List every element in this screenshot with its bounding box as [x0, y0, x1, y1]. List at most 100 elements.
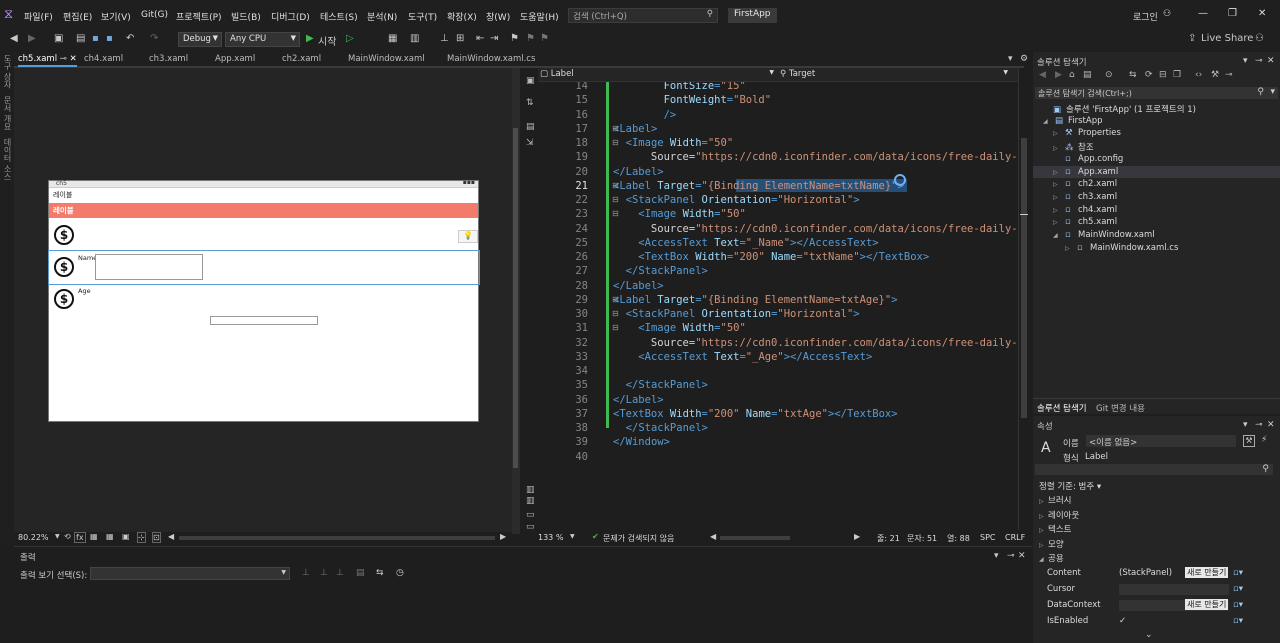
code-line[interactable]: 29 <Label Target="{Binding ElementName=tx… [538, 294, 1018, 308]
char-indicator[interactable]: 문자: 51 [907, 533, 937, 544]
solution-tree-item[interactable]: ◢ ▤ FirstApp [1043, 116, 1103, 126]
code-line[interactable]: 38 </StackPanel> [538, 422, 1018, 436]
tab-overflow-icon[interactable]: ▾ [1008, 54, 1013, 64]
property-marker-icon[interactable]: ▫▾ [1233, 616, 1243, 626]
element-combo[interactable]: ▢ Label ▼ [540, 69, 776, 81]
menu-item[interactable]: 보기(V) [101, 10, 131, 23]
scroll-left-icon[interactable]: ◀ [168, 532, 174, 541]
code-line[interactable]: 28 </Label> [538, 280, 1018, 294]
code-view-icon[interactable]: ‹› [1195, 70, 1202, 80]
new-value-button[interactable]: 새로 만들기 [1185, 599, 1229, 610]
fold-toggle-icon[interactable]: ⊟ [612, 309, 619, 318]
code-line[interactable]: 27 </StackPanel> [538, 265, 1018, 279]
designer-header-label[interactable]: 레이블 [49, 203, 478, 218]
undo-icon[interactable]: ↶ [126, 33, 134, 44]
scroll-right-icon[interactable]: ▶ [854, 532, 860, 541]
zoom-dropdown-icon[interactable]: ▼ [570, 533, 575, 540]
editor-scroll-thumb[interactable] [1021, 138, 1027, 418]
toolbox-tab[interactable]: 도구 상자 [2, 54, 13, 89]
code-line[interactable]: 39 </Window> [538, 436, 1018, 450]
collapsed-arrow-icon[interactable]: ▷ [1053, 145, 1065, 152]
code-line[interactable]: 32 Source="https://cdn0.iconfinder.com/d… [538, 337, 1018, 351]
toolbar-icon-4[interactable]: ⊞ [456, 33, 464, 44]
output-toolbar-icon-3[interactable]: ⊥ [336, 568, 344, 578]
editor-zoom[interactable]: 133 % [538, 533, 563, 542]
settings-icon[interactable]: ⚙ [1020, 54, 1028, 64]
designer-label-text[interactable]: 레이블 [53, 190, 72, 200]
code-line[interactable]: 35 </StackPanel> [538, 379, 1018, 393]
solution-tree-item[interactable]: ▷ ▫ App.xaml [1053, 167, 1118, 177]
start-button[interactable]: 시작 [318, 33, 336, 48]
menu-item[interactable]: 분석(N) [367, 10, 397, 23]
splitter-icon-7[interactable]: ▭ [526, 522, 535, 532]
property-category[interactable]: ▷ 레이아웃 [1039, 509, 1079, 521]
tab-ch3-xaml[interactable]: ch3.xaml [149, 54, 188, 64]
swap-panes-icon[interactable]: ⇅ [526, 98, 534, 108]
lightbulb-icon[interactable]: 💡 [458, 230, 478, 243]
splitter-icon-5[interactable]: ▥ [526, 496, 535, 506]
splitter-icon-4[interactable]: ▥ [526, 485, 535, 495]
solution-search-input[interactable]: 솔루션 탐색기 검색(Ctrl+;) ⚲ ▾ [1035, 87, 1278, 99]
tab-ch5-xaml[interactable]: ch5.xaml ⊸ ✕ [18, 54, 77, 67]
property-marker-icon[interactable]: ▫▾ [1233, 600, 1243, 610]
maximize-button[interactable]: ❐ [1228, 8, 1237, 19]
word-wrap-icon[interactable]: ⇆ [376, 568, 384, 578]
live-share-button[interactable]: Live Share [1201, 33, 1253, 44]
home-icon[interactable]: ⌂ [1069, 70, 1075, 80]
solution-tree-item[interactable]: ▷ ▫ ch4.xaml [1053, 205, 1117, 215]
events-lightning-icon[interactable]: ⚡ [1261, 435, 1267, 445]
collapsed-arrow-icon[interactable]: ▷ [1053, 181, 1065, 188]
pin-icon[interactable]: ⊸ [60, 54, 67, 64]
collapsed-arrow-icon[interactable]: ▷ [1065, 245, 1077, 252]
layout-icon[interactable]: ⊡ [152, 532, 161, 543]
scroll-thumb[interactable] [513, 128, 518, 468]
fold-toggle-icon[interactable]: ⊟ [612, 138, 619, 147]
close-icon[interactable]: ✕ [1267, 56, 1275, 66]
panel-menu-icon[interactable]: ▾ [994, 551, 999, 561]
switch-views-icon[interactable]: ▤ [1083, 70, 1092, 80]
sort-by-dropdown[interactable]: 정렬 기준: 범주 ▾ [1039, 480, 1101, 492]
property-category[interactable]: ▷ 브러시 [1039, 494, 1071, 506]
fold-toggle-icon[interactable]: ⊟ [612, 209, 619, 218]
target-combo[interactable]: ⚲ Target ▼ [780, 69, 1010, 81]
tab-git-changes[interactable]: Git 변경 내용 [1096, 402, 1145, 414]
code-line[interactable]: 34 [538, 365, 1018, 379]
property-marker-icon[interactable]: ▫▾ [1233, 584, 1243, 594]
solution-tree-item[interactable]: ▷ ▫ ch2.xaml [1053, 179, 1117, 189]
code-editor[interactable]: 14 FontSize="15" 15 FontWeight="Bold" 16 /… [538, 82, 1018, 530]
menu-item[interactable]: 테스트(S) [320, 10, 358, 23]
property-marker-icon[interactable]: ▫▾ [1233, 568, 1243, 578]
tab-mainwindow-xaml-cs[interactable]: MainWindow.xaml.cs [447, 54, 535, 64]
fold-toggle-icon[interactable]: ⊟ [612, 295, 619, 304]
solution-tree-item[interactable]: ▷ ▫ ch5.xaml [1053, 217, 1117, 227]
spacing-indicator[interactable]: SPC [980, 533, 996, 542]
search-input[interactable]: 검색 (Ctrl+Q) ⚲ [568, 8, 718, 23]
menu-item[interactable]: 도구(T) [408, 10, 437, 23]
code-line[interactable]: 19 Source="https://cdn0.iconfinder.com/d… [538, 151, 1018, 165]
fold-toggle-icon[interactable]: ⊟ [612, 195, 619, 204]
designer-zoom[interactable]: 80.22% [18, 533, 49, 542]
property-category[interactable]: ▷ 모양 [1039, 538, 1064, 550]
collapsed-arrow-icon[interactable]: ▷ [1053, 207, 1065, 214]
line-indicator[interactable]: 줄: 21 [877, 533, 900, 544]
start-without-debug-icon[interactable]: ▷ [346, 33, 354, 44]
chevron-down-icon[interactable]: ⌄ [1145, 630, 1153, 640]
account-icon[interactable]: ⚇ [1163, 9, 1171, 19]
solution-tree-item[interactable]: ▷ ▫ ch3.xaml [1053, 192, 1117, 202]
txtname-textbox[interactable] [95, 254, 203, 280]
code-line[interactable]: 18 <Image Width="50" [538, 137, 1018, 151]
config-select[interactable]: Debug ▼ [178, 32, 222, 47]
grid-icon[interactable]: ▦ [90, 532, 98, 541]
live-share-icon[interactable]: ⇪ [1188, 33, 1196, 44]
fold-toggle-icon[interactable]: ⊟ [612, 124, 619, 133]
property-category[interactable]: ◢ 공용 [1039, 552, 1064, 564]
designer-horizontal-scrollbar[interactable] [179, 536, 495, 540]
properties-wrench-icon[interactable]: ⚒ [1243, 435, 1255, 447]
fold-toggle-icon[interactable]: ⊟ [612, 181, 619, 190]
col-indicator[interactable]: 열: 88 [947, 533, 970, 544]
menu-item[interactable]: 창(W) [486, 10, 510, 23]
toolbar-icon-3[interactable]: ⊥ [440, 33, 449, 44]
forward-icon[interactable]: ▶ [1055, 70, 1062, 80]
scroll-left-icon[interactable]: ◀ [710, 532, 716, 541]
collapsed-arrow-icon[interactable]: ▷ [1053, 130, 1065, 137]
